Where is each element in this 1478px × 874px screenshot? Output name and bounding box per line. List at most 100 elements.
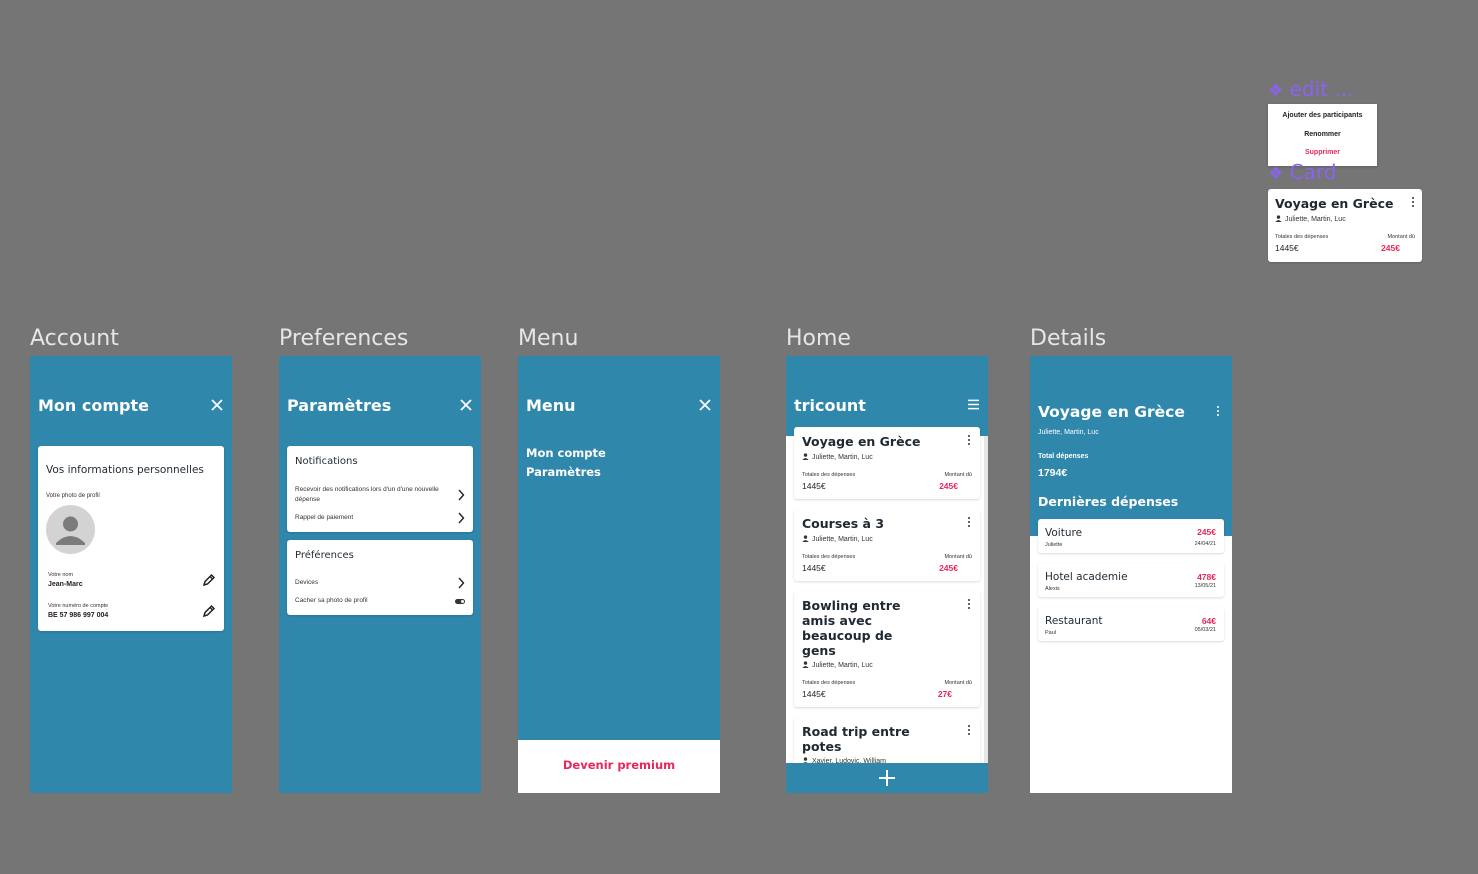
preferences-title: Préférences xyxy=(295,550,354,561)
premium-button[interactable]: Devenir premium xyxy=(518,758,720,772)
more-options-icon[interactable] xyxy=(966,435,972,447)
expense-date: 13/05/21 xyxy=(1194,583,1216,589)
frame-label-home: Home xyxy=(786,326,851,351)
notifications-card: Notifications Recevoir des notifications… xyxy=(287,446,473,532)
name-label: Votre nom xyxy=(48,572,74,578)
person-icon xyxy=(802,661,809,668)
total-label: Total dépenses xyxy=(1038,453,1089,460)
details-screen: Voyage en Grèce Juliette, Martin, Luc To… xyxy=(1030,356,1232,793)
trip-title: Courses à 3 xyxy=(802,516,885,531)
due-value: 245€ xyxy=(939,563,958,573)
menu-item-add-participants[interactable]: Ajouter des participants xyxy=(1268,112,1377,119)
hamburger-menu-icon[interactable] xyxy=(967,399,980,410)
person-icon xyxy=(802,535,809,542)
frame-label-preferences: Preferences xyxy=(279,326,409,351)
component-edit-label: ❖ edit ... xyxy=(1268,77,1354,101)
avatar[interactable] xyxy=(46,505,95,554)
more-options-icon[interactable] xyxy=(1215,406,1221,418)
expense-amount: 478€ xyxy=(1197,572,1216,582)
trip-participants: Juliette, Martin, Luc xyxy=(802,661,873,669)
account-number-value: BE 57 986 997 004 xyxy=(48,612,109,619)
menu-item-account[interactable]: Mon compte xyxy=(526,446,606,460)
trip-title: Road trip entre potes xyxy=(802,724,910,754)
trip-title: Voyage en Grèce xyxy=(802,434,921,449)
expense-item[interactable]: Restaurant Paul 64€ 05/03/21 xyxy=(1038,607,1224,641)
app-title: tricount xyxy=(794,396,866,415)
expense-person: Paul xyxy=(1045,630,1057,636)
component-card[interactable]: Voyage en Grèce Juliette, Martin, Luc To… xyxy=(1268,189,1422,262)
card-title: Voyage en Grèce xyxy=(1275,196,1394,211)
expense-person: Juliette xyxy=(1045,542,1063,548)
hide-photo-toggle[interactable] xyxy=(455,599,465,604)
due-label: Montant dû xyxy=(944,680,972,686)
trip-participants: Juliette, Martin, Luc xyxy=(802,535,873,543)
close-icon[interactable] xyxy=(698,398,712,412)
scrollbar[interactable] xyxy=(984,436,988,766)
edit-name-pencil-icon[interactable] xyxy=(202,573,216,587)
page-title: Voyage en Grèce xyxy=(1038,403,1185,421)
card-total-value: 1445€ xyxy=(1275,243,1299,253)
chevron-right-icon xyxy=(458,512,465,524)
due-value: 27€ xyxy=(937,689,952,699)
total-label: Totales des dépenses xyxy=(802,554,856,560)
total-value: 1445€ xyxy=(802,563,826,573)
name-value: Jean-Marc xyxy=(48,581,83,588)
more-options-icon[interactable] xyxy=(966,599,972,611)
close-icon[interactable] xyxy=(459,398,473,412)
menu-item-delete[interactable]: Supprimer xyxy=(1268,149,1377,156)
photo-label: Votre photo de profil xyxy=(46,493,100,499)
component-card-label: ❖ Card xyxy=(1268,160,1337,184)
expense-date: 05/03/21 xyxy=(1194,627,1216,633)
due-value: 245€ xyxy=(939,481,958,491)
component-diamond-icon: ❖ xyxy=(1268,81,1284,101)
preferences-screen: Paramètres Notifications Recevoir des no… xyxy=(279,356,481,793)
trip-title: Bowling entre amis avec beaucoup de gens xyxy=(802,598,901,658)
total-label: Totales des dépenses xyxy=(802,472,856,478)
frame-label-account: Account xyxy=(30,326,119,351)
trip-card[interactable]: Bowling entre amis avec beaucoup de gens… xyxy=(794,591,980,707)
expense-item[interactable]: Hotel academie Alexis 478€ 13/05/21 xyxy=(1038,563,1224,597)
account-number-label: Votre numéro de compte xyxy=(48,603,109,609)
recent-expenses-title: Dernières dépenses xyxy=(1038,494,1179,509)
trip-card[interactable]: Courses à 3 Juliette, Martin, Luc Totale… xyxy=(794,509,980,581)
expense-person: Alexis xyxy=(1045,586,1060,592)
card-due-value: 245€ xyxy=(1381,243,1400,253)
devices-item[interactable]: Devices xyxy=(287,577,473,591)
plus-icon xyxy=(879,770,895,786)
user-avatar-icon xyxy=(56,516,85,545)
expense-name: Voiture xyxy=(1045,527,1083,539)
chevron-right-icon xyxy=(458,489,465,501)
total-value: 1794€ xyxy=(1038,467,1068,479)
menu-item-settings[interactable]: Paramètres xyxy=(526,465,601,479)
menu-screen: Menu Mon compte Paramètres Devenir premi… xyxy=(518,356,720,793)
menu-item-rename[interactable]: Renommer xyxy=(1268,131,1377,138)
notifications-title: Notifications xyxy=(295,456,358,467)
card-total-label: Totales des dépenses xyxy=(1275,234,1329,240)
premium-bar: Devenir premium xyxy=(518,740,720,793)
expense-date: 24/04/21 xyxy=(1194,541,1216,547)
notif-payment-reminder-item[interactable]: Rappel de paiement xyxy=(287,512,473,526)
edit-account-pencil-icon[interactable] xyxy=(202,604,216,618)
page-title: Menu xyxy=(526,396,576,415)
due-label: Montant dû xyxy=(944,472,972,478)
expense-item[interactable]: Voiture Juliette 245€ 24/04/21 xyxy=(1038,519,1224,553)
page-title: Mon compte xyxy=(38,396,149,415)
section-title: Vos informations personnelles xyxy=(46,464,204,476)
more-options-icon[interactable] xyxy=(1410,197,1416,209)
hide-photo-item: Cacher sa photo de profil xyxy=(287,596,473,610)
add-button[interactable] xyxy=(877,768,897,788)
expense-amount: 64€ xyxy=(1201,616,1216,626)
person-icon xyxy=(802,453,809,460)
personal-info-card: Vos informations personnelles Votre phot… xyxy=(38,446,224,631)
trip-card[interactable]: Voyage en Grèce Juliette, Martin, Luc To… xyxy=(794,427,980,499)
participants: Juliette, Martin, Luc xyxy=(1038,429,1099,436)
frame-label-details: Details xyxy=(1030,326,1107,351)
page-title: Paramètres xyxy=(287,396,392,415)
header xyxy=(1030,356,1232,536)
card-due-label: Montant dû xyxy=(1387,234,1415,240)
notif-new-expense-item[interactable]: Recevoir des notifications lors d'un d'u… xyxy=(287,484,473,506)
expense-amount: 245€ xyxy=(1197,527,1216,537)
close-icon[interactable] xyxy=(210,398,224,412)
more-options-icon[interactable] xyxy=(966,725,972,737)
more-options-icon[interactable] xyxy=(966,517,972,529)
